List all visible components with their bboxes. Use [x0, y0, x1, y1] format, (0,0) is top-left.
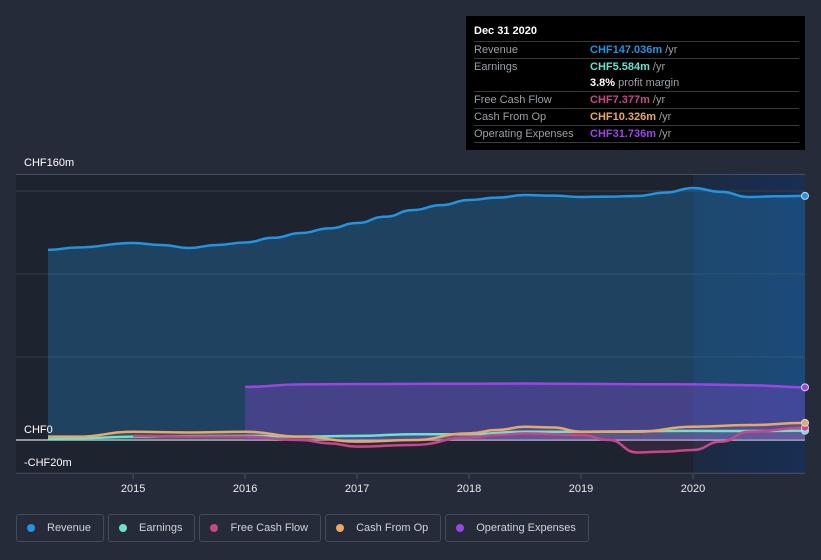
tooltip-unit: profit margin: [618, 77, 680, 89]
tooltip-row: Revenue CHF147.036m/yr: [474, 42, 799, 59]
legend-dot-icon: [336, 524, 345, 532]
x-tick-label: 2019: [569, 483, 593, 495]
legend-label: Cash From Op: [356, 522, 429, 534]
tooltip-row: Free Cash Flow CHF7.377m/yr: [474, 92, 799, 109]
tooltip-label: [474, 75, 590, 91]
legend-label: Revenue: [47, 522, 92, 534]
revenue-end-marker: [801, 191, 809, 200]
x-tick-label: 2016: [233, 483, 257, 495]
legend-label: Free Cash Flow: [230, 522, 309, 534]
tooltip-unit: /yr: [665, 44, 678, 56]
tooltip-unit: /yr: [659, 111, 672, 123]
legend-item-free-cash-flow[interactable]: Free Cash Flow: [199, 514, 322, 542]
tooltip-value: CHF10.326m: [590, 111, 657, 123]
legend-label: Earnings: [139, 522, 183, 534]
tooltip-label: Free Cash Flow: [474, 94, 552, 106]
legend-dot-icon: [119, 524, 128, 532]
tooltip-row: Cash From Op CHF10.326m/yr: [474, 109, 799, 126]
tooltip-value: CHF147.036m: [590, 44, 663, 56]
tooltip-unit: /yr: [652, 61, 666, 73]
x-tick-label: 2018: [457, 483, 481, 495]
tooltip-row: Operating Expenses CHF31.736m/yr: [474, 126, 799, 143]
cash-from-op-end-marker: [801, 418, 809, 427]
x-tick-label: 2020: [681, 483, 705, 495]
legend-dot-icon: [210, 524, 219, 532]
legend-item-revenue[interactable]: Revenue: [16, 514, 105, 542]
tooltip-date: Dec 31 2020: [474, 16, 799, 42]
tooltip-label: Cash From Op: [474, 111, 547, 123]
tooltip-value: CHF7.377m: [590, 94, 650, 106]
tooltip: Dec 31 2020 Revenue CHF147.036m/yr Earning…: [466, 16, 805, 150]
tooltip-value: CHF31.736m: [590, 128, 657, 140]
legend-item-cash-from-op[interactable]: Cash From Op: [325, 514, 442, 542]
y-tick-label: CHF0: [24, 424, 53, 436]
tooltip-label: Earnings: [474, 61, 518, 73]
x-tick-label: 2015: [121, 483, 145, 495]
y-tick-label: -CHF20m: [24, 457, 72, 469]
x-tick-label: 2017: [345, 483, 369, 495]
tooltip-label: Revenue: [474, 44, 519, 56]
tooltip-value: CHF5.584m: [590, 61, 650, 73]
legend-item-operating-expenses[interactable]: Operating Expenses: [445, 514, 589, 542]
tooltip-row: Earnings CHF5.584m/yr: [474, 59, 799, 75]
legend: Revenue Earnings Free Cash Flow Cash From O…: [16, 514, 589, 542]
legend-dot-icon: [456, 524, 465, 532]
y-tick-label: CHF160m: [24, 157, 74, 169]
tooltip-value: 3.8%: [590, 77, 616, 89]
legend-label: Operating Expenses: [476, 522, 576, 534]
tooltip-unit: /yr: [659, 128, 672, 140]
tooltip-row: 3.8% profit margin: [474, 75, 799, 92]
tooltip-unit: /yr: [652, 94, 666, 106]
legend-item-earnings[interactable]: Earnings: [108, 514, 196, 542]
legend-dot-icon: [27, 524, 35, 532]
tooltip-label: Operating Expenses: [474, 128, 574, 140]
operating-expenses-end-marker: [801, 383, 809, 392]
